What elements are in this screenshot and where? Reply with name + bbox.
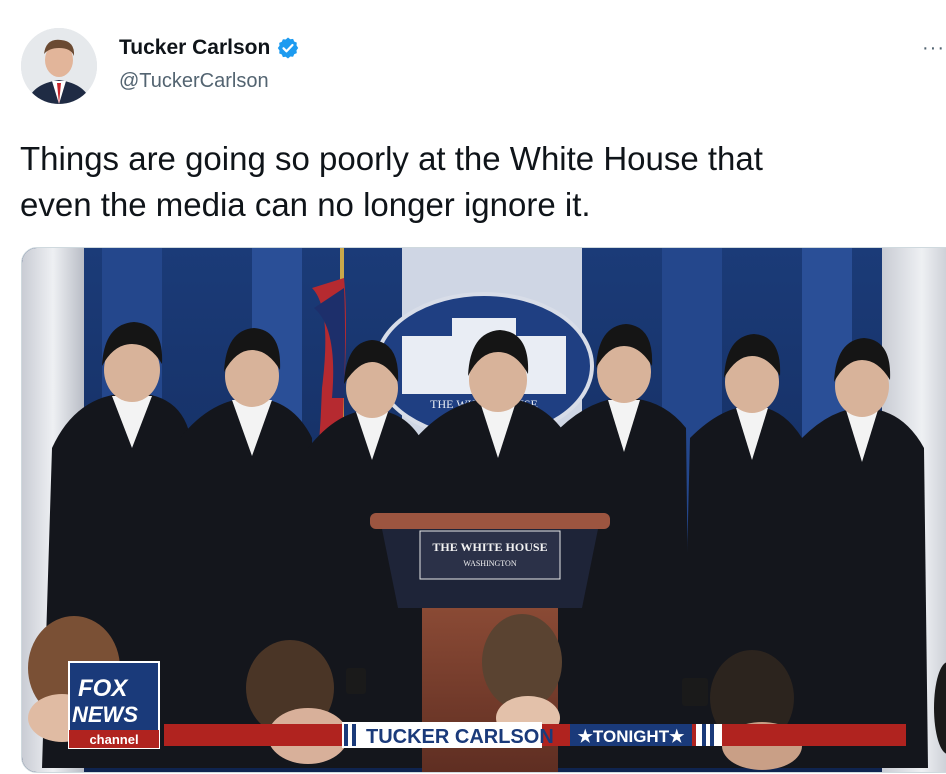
verified-badge-icon bbox=[278, 37, 299, 59]
fox-logo-line2: NEWS bbox=[72, 702, 138, 727]
fox-logo-line3: channel bbox=[89, 732, 138, 747]
lower-third-show: TUCKER CARLSON bbox=[366, 726, 554, 748]
podium-sign-title: THE WHITE HOUSE bbox=[432, 540, 547, 554]
author-name[interactable]: Tucker Carlson bbox=[119, 36, 270, 60]
lower-third-tag: ★TONIGHT★ bbox=[578, 727, 685, 746]
press-briefing-scene: THE WHITE HOUSE bbox=[22, 248, 946, 772]
more-options-icon[interactable]: ··· bbox=[922, 38, 946, 58]
fox-logo-line1: FOX bbox=[78, 675, 129, 702]
tweet-media-image[interactable]: THE WHITE HOUSE bbox=[21, 247, 946, 773]
author-name-row[interactable]: Tucker Carlson bbox=[119, 36, 300, 60]
fox-news-logo: FOX NEWS channel bbox=[68, 661, 160, 749]
tweet-text: Things are going so poorly at the White … bbox=[20, 140, 763, 223]
author-avatar[interactable] bbox=[21, 28, 97, 104]
podium-sign-subtitle: WASHINGTON bbox=[463, 559, 516, 568]
author-handle[interactable]: @TuckerCarlson bbox=[119, 70, 269, 93]
avatar-portrait-icon bbox=[21, 28, 97, 104]
